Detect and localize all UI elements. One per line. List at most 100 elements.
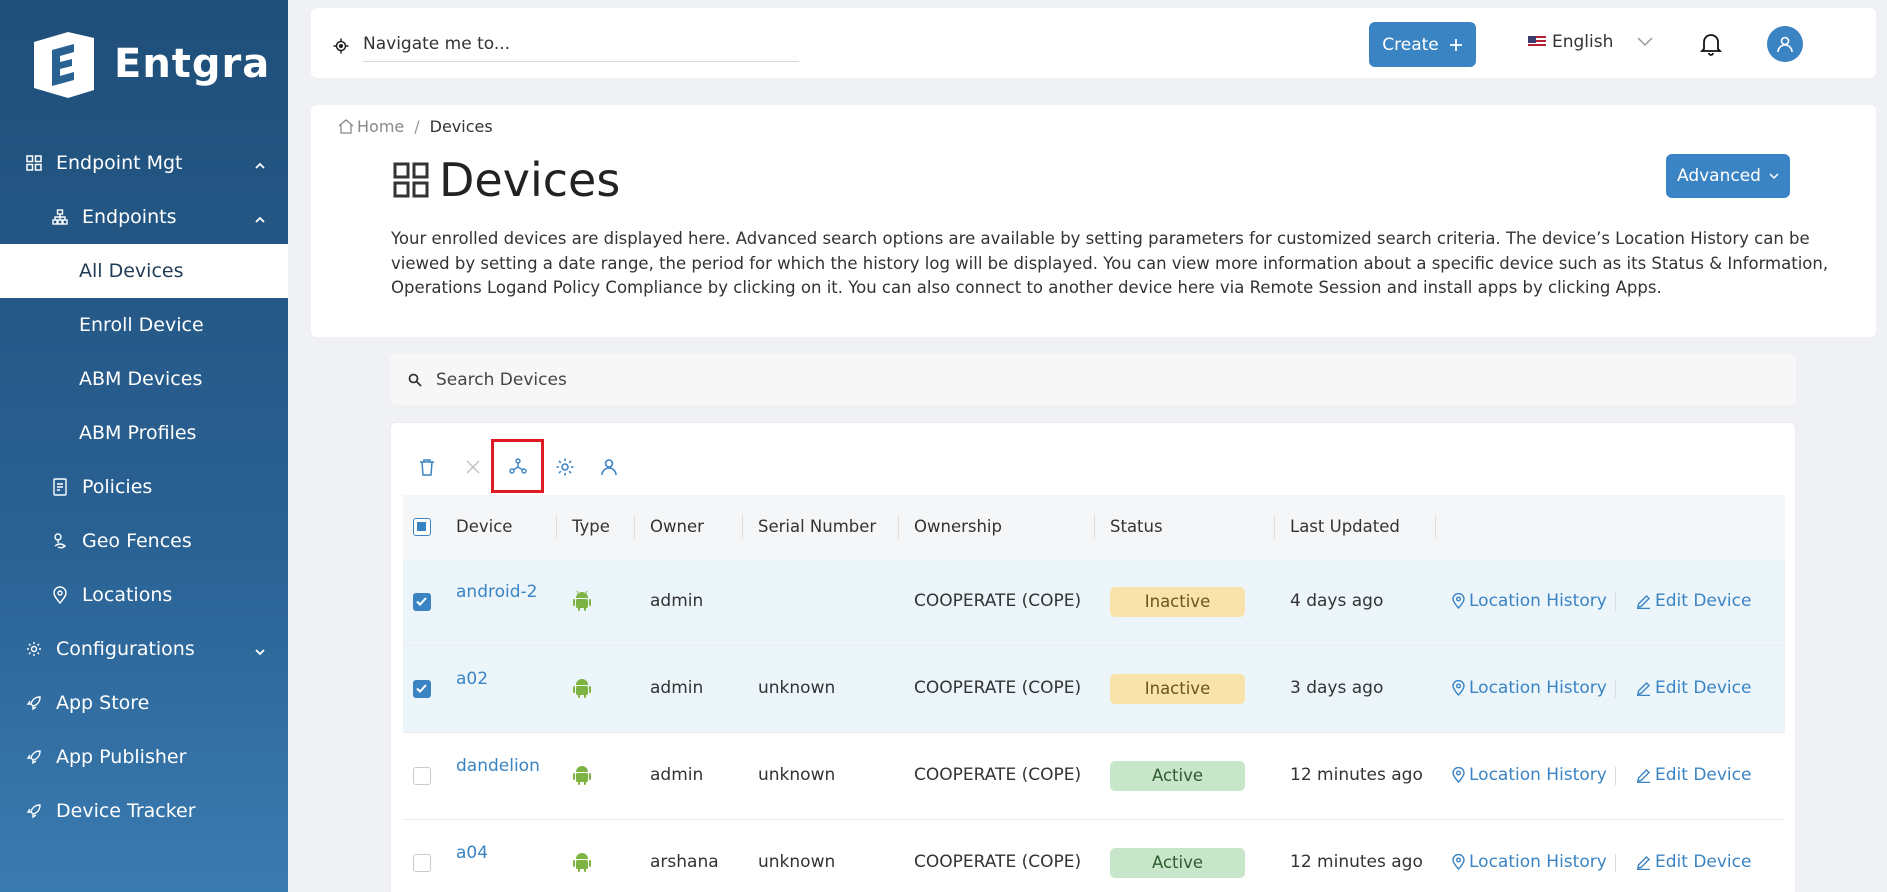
serial-number-cell: unknown — [758, 765, 836, 785]
us-flag-icon — [1528, 36, 1546, 48]
bell-icon — [1699, 34, 1723, 56]
brand-name: Entgra — [114, 41, 271, 87]
edit-device-link[interactable]: Edit Device — [1636, 678, 1751, 698]
row-checkbox[interactable] — [413, 767, 431, 785]
delete-button[interactable] — [407, 447, 447, 487]
edit-device-label: Edit Device — [1655, 678, 1752, 698]
column-header-ownership[interactable]: Ownership — [898, 495, 1002, 559]
location-history-link[interactable]: Location History — [1452, 591, 1607, 611]
devices-table-card: Device Type Owner Serial Number Ownershi… — [390, 422, 1796, 892]
owner-cell: admin — [650, 591, 704, 611]
user-avatar[interactable] — [1767, 26, 1803, 62]
location-history-link[interactable]: Location History — [1452, 765, 1607, 785]
column-header-type[interactable]: Type — [556, 495, 610, 559]
sidebar-item-abm-profiles[interactable]: ABM Profiles — [0, 406, 288, 460]
navigate-search-input[interactable]: Navigate me to... — [363, 30, 799, 62]
device-name-link[interactable]: a02 — [456, 669, 488, 689]
edit-device-link[interactable]: Edit Device — [1636, 852, 1751, 872]
android-icon — [572, 851, 592, 878]
location-history-link[interactable]: Location History — [1452, 678, 1607, 698]
last-updated-cell: 12 minutes ago — [1290, 765, 1423, 785]
entgra-logo-icon — [34, 32, 94, 98]
row-checkbox[interactable] — [413, 854, 431, 872]
sidebar-item-endpoint-mgt[interactable]: Endpoint Mgt — [0, 136, 288, 190]
device-name-link[interactable]: a04 — [456, 843, 488, 863]
chevron-up-icon — [254, 209, 266, 231]
notifications-button[interactable] — [1699, 32, 1723, 60]
group-icon — [508, 458, 527, 474]
sidebar-item-configurations[interactable]: Configurations — [0, 622, 288, 676]
edit-device-link[interactable]: Edit Device — [1636, 591, 1751, 611]
row-checkbox[interactable] — [413, 593, 431, 611]
sidebar-item-all-devices[interactable]: All Devices — [0, 244, 288, 298]
column-header-serial-number[interactable]: Serial Number — [741, 495, 876, 559]
last-updated-cell: 12 minutes ago — [1290, 852, 1423, 872]
action-divider — [1615, 680, 1616, 698]
sidebar-item-label: ABM Devices — [79, 368, 203, 390]
select-all-checkbox[interactable] — [413, 518, 431, 536]
location-history-link[interactable]: Location History — [1452, 852, 1607, 872]
breadcrumb-home[interactable]: Home — [357, 117, 404, 136]
geofence-icon — [50, 531, 70, 551]
page-header-card: Home / Devices Devices Advanced Your enr… — [311, 105, 1876, 337]
serial-number-cell: unknown — [758, 678, 836, 698]
owner-cell: admin — [650, 678, 704, 698]
sidebar-item-label: App Publisher — [56, 746, 187, 768]
sidebar-item-label: Enroll Device — [79, 314, 204, 336]
device-name-link[interactable]: dandelion — [456, 756, 540, 776]
group-button[interactable] — [491, 439, 544, 493]
sidebar-item-label: Geo Fences — [82, 530, 192, 552]
user-icon — [1777, 36, 1793, 53]
column-header-status[interactable]: Status — [1094, 495, 1163, 559]
location-pin-icon — [1452, 854, 1465, 870]
breadcrumb-current: Devices — [429, 117, 493, 136]
advanced-button[interactable]: Advanced — [1666, 154, 1790, 198]
entgra-logo[interactable]: Entgra — [28, 28, 270, 100]
serial-number-cell: unknown — [758, 852, 836, 872]
rocket-icon — [24, 747, 44, 767]
status-badge: Active — [1110, 761, 1245, 791]
device-search-input[interactable]: Search Devices — [436, 370, 567, 390]
grid-icon — [24, 153, 44, 173]
device-search[interactable]: Search Devices — [390, 354, 1796, 405]
sidebar-item-enroll-device[interactable]: Enroll Device — [0, 298, 288, 352]
sidebar-item-endpoints[interactable]: Endpoints — [0, 190, 288, 244]
sidebar-item-device-tracker[interactable]: Device Tracker — [0, 784, 288, 838]
edit-device-link[interactable]: Edit Device — [1636, 765, 1751, 785]
row-checkbox[interactable] — [413, 680, 431, 698]
policy-icon — [50, 477, 70, 497]
location-history-label: Location History — [1469, 765, 1607, 785]
location-pin-icon — [50, 585, 70, 605]
sidebar-item-locations[interactable]: Locations — [0, 568, 288, 622]
sidebar-item-label: Endpoint Mgt — [56, 152, 183, 174]
column-header-last-updated[interactable]: Last Updated — [1274, 495, 1400, 559]
sidebar-item-label: All Devices — [79, 260, 184, 282]
column-header-device[interactable]: Device — [456, 495, 512, 559]
language-label: English — [1552, 32, 1614, 52]
table-row[interactable]: android-2 admin COOPERATE (COPE) Inactiv… — [403, 559, 1785, 646]
language-selector[interactable]: English — [1528, 32, 1653, 52]
sidebar-item-abm-devices[interactable]: ABM Devices — [0, 352, 288, 406]
sidebar-item-policies[interactable]: Policies — [0, 460, 288, 514]
column-header-owner[interactable]: Owner — [634, 495, 704, 559]
user-icon — [601, 459, 617, 476]
device-name-link[interactable]: android-2 — [456, 582, 537, 602]
edit-device-label: Edit Device — [1655, 765, 1752, 785]
navigate-search[interactable]: Navigate me to... — [333, 30, 799, 62]
sidebar-item-app-store[interactable]: App Store — [0, 676, 288, 730]
last-updated-cell: 4 days ago — [1290, 591, 1384, 611]
page-title-row: Devices — [393, 153, 620, 207]
table-row[interactable]: a02 admin unknown COOPERATE (COPE) Inact… — [403, 646, 1785, 733]
sidebar-item-geo-fences[interactable]: Geo Fences — [0, 514, 288, 568]
create-button[interactable]: Create — [1369, 22, 1476, 67]
table-row[interactable]: a04 arshana unknown COOPERATE (COPE) Act… — [403, 820, 1785, 892]
table-row[interactable]: dandelion admin unknown COOPERATE (COPE)… — [403, 733, 1785, 820]
edit-device-label: Edit Device — [1655, 852, 1752, 872]
settings-button[interactable] — [545, 447, 585, 487]
search-icon — [408, 373, 422, 387]
location-history-label: Location History — [1469, 591, 1607, 611]
assign-user-button[interactable] — [589, 447, 629, 487]
close-button[interactable] — [453, 447, 493, 487]
sidebar-item-app-publisher[interactable]: App Publisher — [0, 730, 288, 784]
status-badge: Active — [1110, 848, 1245, 878]
